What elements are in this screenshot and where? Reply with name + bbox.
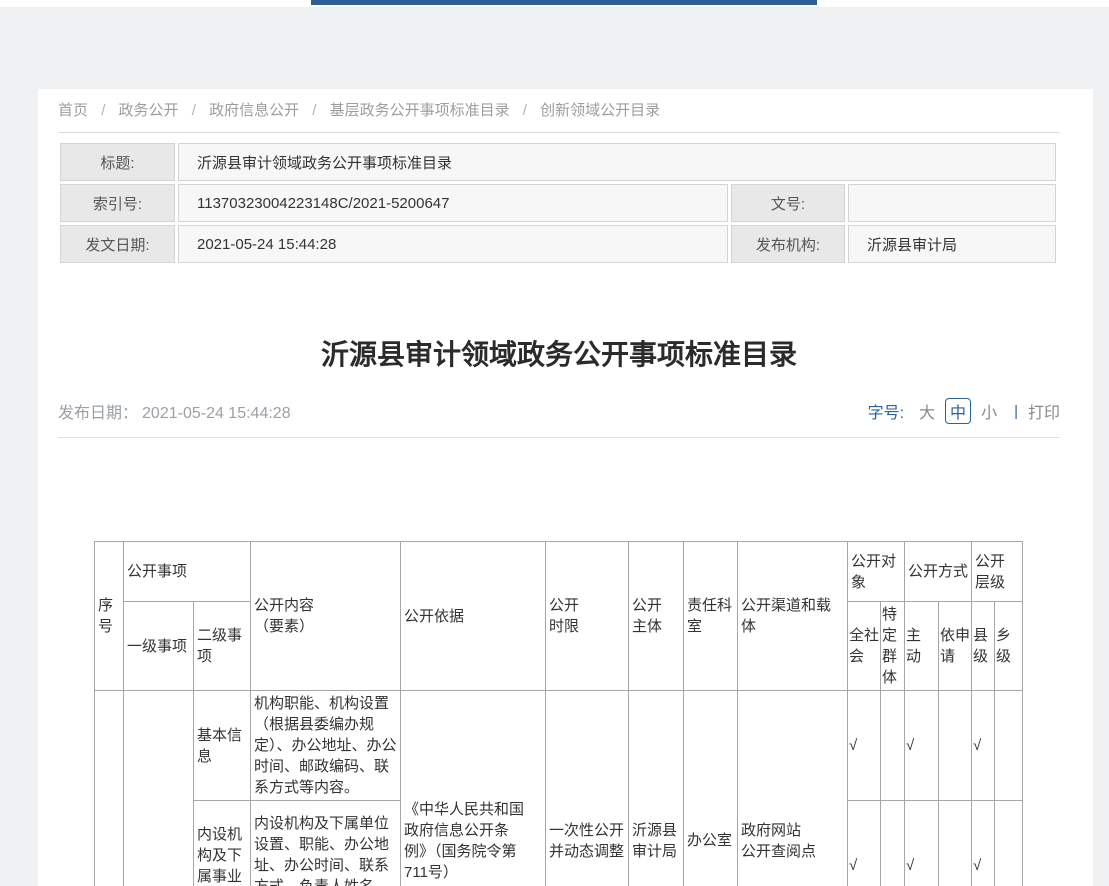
col-header-serial: 序 号: [95, 542, 124, 691]
page-title: 沂源县审计领域政务公开事项标准目录: [58, 335, 1060, 375]
meta-row-index: 索引号: 11370323004223148C/2021-5200647 文号:: [60, 184, 1056, 222]
breadcrumb: 首页 / 政务公开 / 政府信息公开 / 基层政务公开事项标准目录 / 创新领域…: [58, 99, 1060, 123]
col-header-basis: 公开依据: [401, 542, 546, 691]
col-header-department: 责任科 室: [684, 542, 738, 691]
breadcrumb-item-zhengwu[interactable]: 政务公开: [119, 102, 179, 119]
meta-docnum-label: 文号:: [731, 184, 845, 222]
checkmark-cell-county: √: [972, 801, 995, 886]
col-header-method: 公开方式: [905, 542, 972, 602]
document-meta-table: 标题: 沂源县审计领域政务公开事项标准目录 索引号: 1137032300422…: [57, 140, 1059, 266]
font-size-large-button[interactable]: 大: [919, 399, 935, 423]
checkmark-cell-specific-group: [881, 691, 905, 801]
breadcrumb-item-xinxi[interactable]: 政府信息公开: [209, 102, 299, 119]
col-header-whole-society: 全社 会: [848, 602, 881, 691]
catalog-row-basic-info: 基本信息 机构职能、机构设置（根据县委编办规定）、办公地址、办公时间、邮政编码、…: [95, 691, 1023, 801]
breadcrumb-separator: /: [192, 102, 196, 119]
col-header-level2-item: 二级事 项: [194, 602, 251, 691]
meta-row-date: 发文日期: 2021-05-24 15:44:28 发布机构: 沂源县审计局: [60, 225, 1056, 263]
checkmark-cell-proactive: √: [905, 801, 939, 886]
breadcrumb-separator: /: [523, 102, 527, 119]
meta-agency-label: 发布机构:: [731, 225, 845, 263]
publish-date-label: 发布日期：: [58, 405, 138, 422]
col-header-level: 公开 层级: [972, 542, 1023, 602]
col-header-audience: 公开对 象: [848, 542, 905, 602]
checkmark-cell-specific-group: [881, 801, 905, 886]
cell-basis: 《中华人民共和国 政府信息公开条 例》（国务院令第 711号）: [401, 691, 546, 886]
content-card: 首页 / 政务公开 / 政府信息公开 / 基层政务公开事项标准目录 / 创新领域…: [38, 89, 1093, 886]
catalog-header-row-1: 序 号 公开事项 公开内容 （要素） 公开依据 公开 时限 公开 主体 责任科 …: [95, 542, 1023, 602]
col-header-on-request: 依申 请: [939, 602, 972, 691]
cell-content: 内设机构及下属单位设置、职能、办公地址、办公时间、联系方式、负责人姓名等。: [251, 801, 401, 886]
col-header-township-level: 乡 级: [995, 602, 1023, 691]
font-size-small-button[interactable]: 小: [981, 399, 997, 423]
font-size-label: 字号:: [868, 399, 904, 423]
checkmark-cell-on-request: [939, 801, 972, 886]
breadcrumb-item-biaozhun[interactable]: 基层政务公开事项标准目录: [330, 102, 510, 119]
meta-index-value: 11370323004223148C/2021-5200647: [178, 184, 728, 222]
col-header-subject: 公开 主体: [629, 542, 684, 691]
top-nav-bar-edge: [311, 0, 817, 5]
checkmark-cell-township: [995, 801, 1023, 886]
article-meta-row: 发布日期：2021-05-24 15:44:28 字号: 大 中 小 | 打印: [58, 396, 1060, 426]
col-header-proactive: 主 动: [905, 602, 939, 691]
meta-date-label: 发文日期:: [60, 225, 175, 263]
col-header-disclosure-item: 公开事项: [124, 542, 251, 602]
checkmark-cell-township: [995, 691, 1023, 801]
breadcrumb-divider: [58, 132, 1060, 133]
meta-agency-value: 沂源县审计局: [848, 225, 1056, 263]
publish-date-value: 2021-05-24 15:44:28: [142, 405, 291, 422]
meta-index-label: 索引号:: [60, 184, 175, 222]
cell-department: 办公室: [684, 691, 738, 886]
cell-level1-item: [124, 691, 194, 886]
checkmark-cell-on-request: [939, 691, 972, 801]
cell-serial: [95, 691, 124, 886]
meta-docnum-value: [848, 184, 1056, 222]
col-header-channel: 公开渠道和载 体: [738, 542, 848, 691]
cell-content: 机构职能、机构设置（根据县委编办规定）、办公地址、办公时间、邮政编码、联系方式等…: [251, 691, 401, 801]
meta-row-title: 标题: 沂源县审计领域政务公开事项标准目录: [60, 143, 1056, 181]
col-header-time-limit: 公开 时限: [546, 542, 629, 691]
font-size-medium-button[interactable]: 中: [945, 398, 971, 424]
meta-title-value: 沂源县审计领域政务公开事项标准目录: [178, 143, 1056, 181]
font-size-tools: 字号: 大 中 小 | 打印: [868, 398, 1060, 424]
meta-title-label: 标题:: [60, 143, 175, 181]
tools-divider: |: [1014, 403, 1018, 420]
page-viewport: 首页 / 政务公开 / 政府信息公开 / 基层政务公开事项标准目录 / 创新领域…: [0, 0, 1109, 886]
publish-date: 发布日期：2021-05-24 15:44:28: [58, 399, 291, 423]
cell-level2-item: 基本信息: [194, 691, 251, 801]
col-header-level1-item: 一级事项: [124, 602, 194, 691]
meta-date-value: 2021-05-24 15:44:28: [178, 225, 728, 263]
col-header-content: 公开内容 （要素）: [251, 542, 401, 691]
cell-channel: 政府网站 公开查阅点: [738, 691, 848, 886]
checkmark-cell-whole-society: √: [848, 801, 881, 886]
col-header-specific-group: 特 定 群 体: [881, 602, 905, 691]
breadcrumb-item-home[interactable]: 首页: [58, 102, 88, 119]
breadcrumb-item-chuangxin[interactable]: 创新领域公开目录: [540, 102, 660, 119]
checkmark-cell-county: √: [972, 691, 995, 801]
article-meta-divider: [58, 437, 1060, 438]
catalog-table: 序 号 公开事项 公开内容 （要素） 公开依据 公开 时限 公开 主体 责任科 …: [94, 541, 1023, 886]
cell-time-limit: 一次性公开 并动态调整: [546, 691, 629, 886]
col-header-county-level: 县 级: [972, 602, 995, 691]
checkmark-cell-proactive: √: [905, 691, 939, 801]
breadcrumb-separator: /: [312, 102, 316, 119]
breadcrumb-separator: /: [101, 102, 105, 119]
print-button[interactable]: 打印: [1028, 399, 1060, 423]
cell-subject: 沂源县 审计局: [629, 691, 684, 886]
cell-level2-item: 内设机构及下属事业单位: [194, 801, 251, 886]
checkmark-cell-whole-society: √: [848, 691, 881, 801]
